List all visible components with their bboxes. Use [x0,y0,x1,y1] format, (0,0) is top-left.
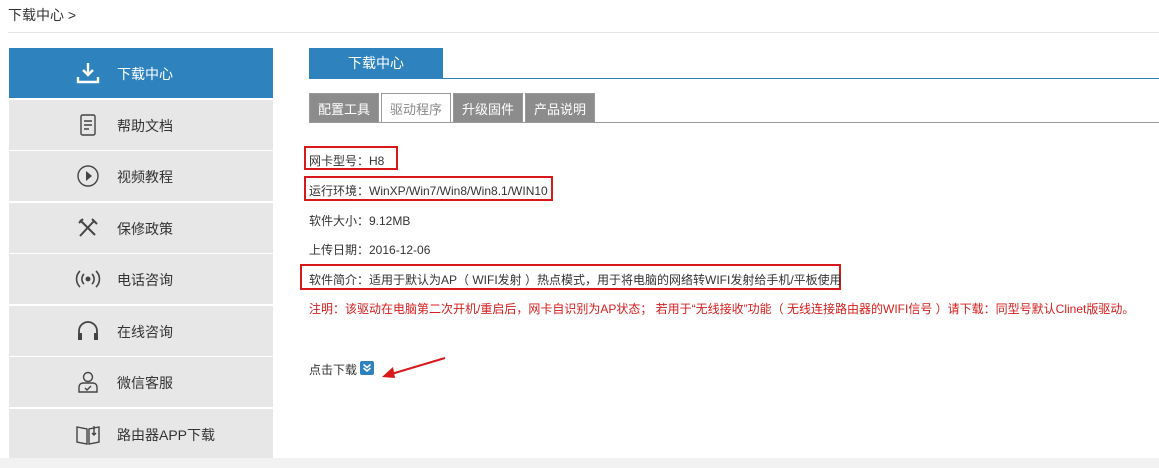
phone-signal-icon [75,266,101,292]
tab-underline [309,78,1159,79]
software-intro: 软件简介：适用于默认为AP（ WIFI发射 ）热点模式，用于将电脑的网络转WIF… [309,273,842,287]
sidebar-item-label: 视频教程 [117,169,173,185]
header-divider [8,32,1159,33]
play-icon [75,163,101,189]
subtab-divider [309,122,1159,123]
sidebar-item-phone[interactable]: 电话咨询 [9,254,273,304]
sidebar-item-online-chat[interactable]: 在线咨询 [9,305,273,356]
sidebar-item-download-center[interactable]: 下载中心 [9,48,273,98]
document-icon [75,112,101,138]
sidebar-item-wechat-service[interactable]: 微信客服 [9,357,273,407]
subtab-firmware[interactable]: 升级固件 [453,93,524,123]
download-button[interactable] [360,361,374,375]
upload-date: 上传日期：2016-12-06 [309,243,431,257]
subtab-drivers[interactable]: 驱动程序 [381,93,452,123]
subtab-product-manual[interactable]: 产品说明 [525,93,596,123]
sidebar-item-label: 帮助文档 [117,117,173,134]
headset-icon [75,318,101,344]
sidebar-item-label: 电话咨询 [117,272,173,288]
sidebar-item-help-docs[interactable]: 帮助文档 [9,99,273,150]
footer-strip [0,458,1159,468]
sidebar-item-label: 微信客服 [117,375,173,391]
download-icon [75,60,101,86]
download-label: 点击下载 [309,363,358,377]
breadcrumb: 下载中心 > [8,7,77,23]
sidebar-item-video-tutorials[interactable]: 视频教程 [9,151,273,201]
subtab-bar: 配置工具 驱动程序 升级固件 产品说明 [309,93,597,123]
double-chevron-down-icon [363,363,371,372]
book-icon [75,421,101,447]
sidebar-item-label: 保修政策 [117,220,173,237]
runtime-environment: 运行环境：WinXP/Win7/Win8/Win8.1/WIN10 [309,184,548,198]
software-size: 软件大小：9.12MB [309,214,411,228]
nic-model: 网卡型号：H8 [309,154,385,168]
sidebar-item-label: 路由器APP下载 [117,426,216,443]
annotation-arrow [382,357,446,378]
sidebar-item-label: 在线咨询 [117,323,173,340]
sidebar-item-router-app[interactable]: 路由器APP下载 [9,408,273,459]
sidebar-item-warranty[interactable]: 保修政策 [9,202,273,253]
user-icon [75,369,101,395]
sidebar-item-label: 下载中心 [117,66,173,82]
driver-note: 注明：该驱动在电脑第二次开机/重启后，网卡自识别为AP状态； 若用于“无线接收”… [309,302,1135,316]
tools-icon [75,215,101,241]
tab-download-center[interactable]: 下载中心 [309,48,443,78]
sidebar: 下载中心 帮助文档 视频教程 保修政策 电话咨询 在线咨询 微信客服 路由器AP… [9,48,273,460]
subtab-config-tools[interactable]: 配置工具 [309,93,380,123]
